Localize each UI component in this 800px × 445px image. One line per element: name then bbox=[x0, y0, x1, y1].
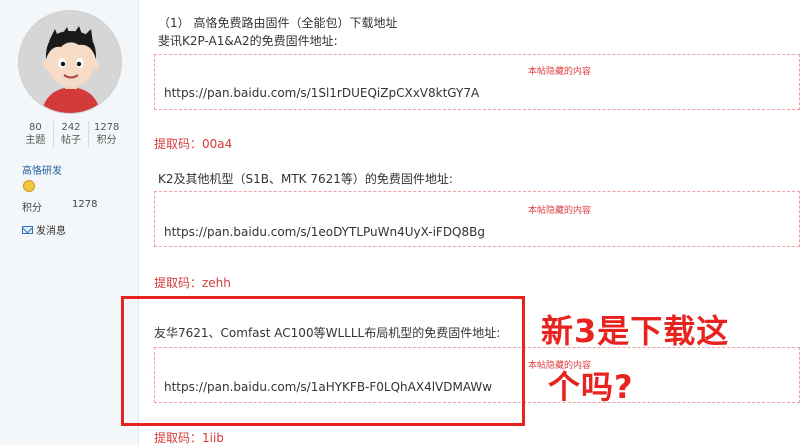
annotation-line-2: 个吗? bbox=[548, 368, 634, 406]
stat-posts[interactable]: 242 帖子 bbox=[52, 121, 89, 148]
extraction-code-k2p: 提取码：00a4 bbox=[154, 137, 233, 151]
send-message-link[interactable]: 发消息 bbox=[22, 222, 66, 237]
stat-posts-label[interactable]: 帖子 bbox=[54, 134, 89, 148]
stat-topics[interactable]: 80 主题 bbox=[18, 121, 53, 148]
cartoon-avatar-icon bbox=[19, 11, 121, 113]
hidden-note-k2p: 本帖隐藏的内容 bbox=[528, 67, 592, 77]
points-value: 1278 bbox=[72, 199, 98, 210]
extraction-code-k2: 提取码：zehh bbox=[154, 276, 231, 290]
post-heading: （1） 高恪免费路由固件（全能包）下载地址 bbox=[158, 16, 398, 30]
download-link-k2[interactable]: https://pan.baidu.com/s/1eoDYTLPuWn4UyX-… bbox=[164, 225, 485, 239]
stat-points[interactable]: 1278 积分 bbox=[88, 121, 124, 148]
stat-points-value[interactable]: 1278 bbox=[89, 121, 124, 134]
section-title-k2: K2及其他机型（S1B、MTK 7621等）的免费固件地址: bbox=[158, 172, 453, 186]
hidden-content-box-k2p: 本帖隐藏的内容 https://pan.baidu.com/s/1Sl1rDUE… bbox=[154, 54, 800, 110]
stat-topics-value[interactable]: 80 bbox=[18, 121, 53, 134]
points-label: 积分 bbox=[22, 203, 42, 214]
download-link-k2p[interactable]: https://pan.baidu.com/s/1Sl1rDUEQiZpCXxV… bbox=[164, 86, 479, 100]
stat-posts-value[interactable]: 242 bbox=[54, 121, 89, 134]
hidden-content-box-k2: 本帖隐藏的内容 https://pan.baidu.com/s/1eoDYTLP… bbox=[154, 191, 800, 247]
highlight-frame bbox=[121, 296, 525, 426]
avatar[interactable] bbox=[18, 10, 122, 114]
send-message-label: 发消息 bbox=[36, 226, 66, 237]
smiley-icon bbox=[23, 180, 35, 192]
annotation-line-1: 新3是下载这 bbox=[541, 312, 730, 350]
author-stats: 80 主题 242 帖子 1278 积分 bbox=[18, 121, 124, 148]
stat-points-label[interactable]: 积分 bbox=[89, 134, 124, 148]
stat-topics-label[interactable]: 主题 bbox=[18, 134, 53, 148]
author-sidebar: 80 主题 242 帖子 1278 积分 高恪研发 积分 1278 发消息 bbox=[0, 0, 139, 445]
hidden-note-k2: 本帖隐藏的内容 bbox=[528, 206, 592, 216]
user-group-link[interactable]: 高恪研发 bbox=[22, 162, 62, 177]
envelope-icon bbox=[22, 225, 33, 234]
section-title-k2p: 斐讯K2P-A1&A2的免费固件地址: bbox=[158, 34, 338, 48]
extraction-code-youhua: 提取码：1iib bbox=[154, 431, 224, 445]
